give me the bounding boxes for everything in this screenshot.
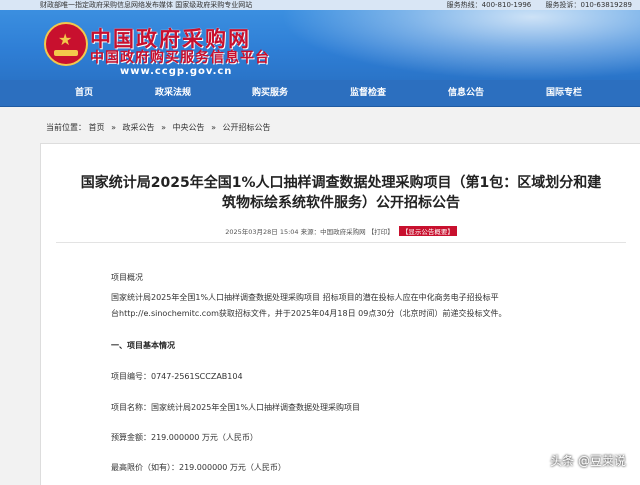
nav-item-purchase-services[interactable]: 购买服务 xyxy=(240,80,300,106)
show-summary-button[interactable]: 【显示公告概要】 xyxy=(398,226,457,236)
max-price: 最高限价（如有）：219.000000 万元（人民币） xyxy=(111,463,286,472)
article-meta: 2025年03月28日 15:04 来源：中国政府采购网 【打印】 【显示公告概… xyxy=(41,226,640,236)
budget-amount: 预算金额：219.000000 万元（人民币） xyxy=(111,433,258,442)
nav-item-international[interactable]: 国际专栏 xyxy=(534,80,594,106)
article-date: 2025年03月28日 15:04 xyxy=(225,228,299,236)
service-phone: 400-810-1996 xyxy=(481,1,532,9)
breadcrumb-separator: » xyxy=(111,123,116,132)
nav-item-announcements[interactable]: 信息公告 xyxy=(436,80,496,106)
nav-item-regulations[interactable]: 政采法规 xyxy=(143,80,203,106)
complaint-phone: 010-63819289 xyxy=(580,1,632,9)
contact-info: 服务热线：400-810-1996 服务投诉：010-63819289 xyxy=(435,0,632,10)
top-info-bar: 财政部唯一指定政府采购信息网络发布媒体 国家级政府采购专业网站 服务热线：400… xyxy=(0,0,640,10)
complaint-label: 服务投诉： xyxy=(545,1,581,9)
project-number: 项目编号：0747-2561SCCZAB104 xyxy=(111,372,243,381)
breadcrumb-separator: » xyxy=(161,123,166,132)
overview-line2: 台http://e.sinochemitc.com获取招标文件，并于2025年0… xyxy=(111,309,507,318)
breadcrumb-separator: » xyxy=(211,123,216,132)
breadcrumb-item-central[interactable]: 中央公告 xyxy=(173,123,205,132)
breadcrumb: 当前位置： 首页 » 政采公告 » 中央公告 » 公开招标公告 xyxy=(46,122,271,133)
breadcrumb-item-tender[interactable]: 公开招标公告 xyxy=(223,123,271,132)
site-url: www.ccgp.gov.cn xyxy=(120,66,233,77)
breadcrumb-prefix: 当前位置： xyxy=(46,123,86,132)
nav-item-home[interactable]: 首页 xyxy=(54,80,114,106)
divider xyxy=(56,242,626,243)
watermark: 头条 @豆莱说 xyxy=(550,454,626,468)
site-subtitle: 中国政府购买服务信息平台 xyxy=(90,50,270,66)
nav-item-supervision[interactable]: 监督检查 xyxy=(338,80,398,106)
article-title-line1: 国家统计局2025年全国1%人口抽样调查数据处理采购项目（第1包：区域划分和建 xyxy=(80,175,602,191)
overview-line1: 国家统计局2025年全国1%人口抽样调查数据处理采购项目 招标项目的潜在投标人应… xyxy=(111,293,499,302)
article-panel: 国家统计局2025年全国1%人口抽样调查数据处理采购项目（第1包：区域划分和建 … xyxy=(40,143,640,485)
article-source: 来源：中国政府采购网 xyxy=(300,228,366,236)
main-nav: 首页 政采法规 购买服务 监督检查 信息公告 国际专栏 xyxy=(0,80,640,107)
national-emblem-icon[interactable]: ★ xyxy=(44,22,88,66)
breadcrumb-item-procurement[interactable]: 政采公告 xyxy=(123,123,155,132)
article-title-line2: 筑物标绘系统软件服务）公开招标公告 xyxy=(222,195,460,211)
print-link[interactable]: 【打印】 xyxy=(368,228,394,236)
service-label: 服务热线： xyxy=(446,1,482,9)
section-basic-info: 一、项目基本情况 xyxy=(111,341,175,350)
project-name: 项目名称：国家统计局2025年全国1%人口抽样调查数据处理采购项目 xyxy=(111,403,361,412)
overview-heading: 项目概况 xyxy=(111,273,143,282)
site-slogan: 财政部唯一指定政府采购信息网络发布媒体 国家级政府采购专业网站 xyxy=(40,1,253,9)
header-decoration xyxy=(280,10,640,80)
site-header: ★ 中国政府采购网 中国政府购买服务信息平台 www.ccgp.gov.cn xyxy=(0,10,640,80)
breadcrumb-item-home[interactable]: 首页 xyxy=(89,123,105,132)
